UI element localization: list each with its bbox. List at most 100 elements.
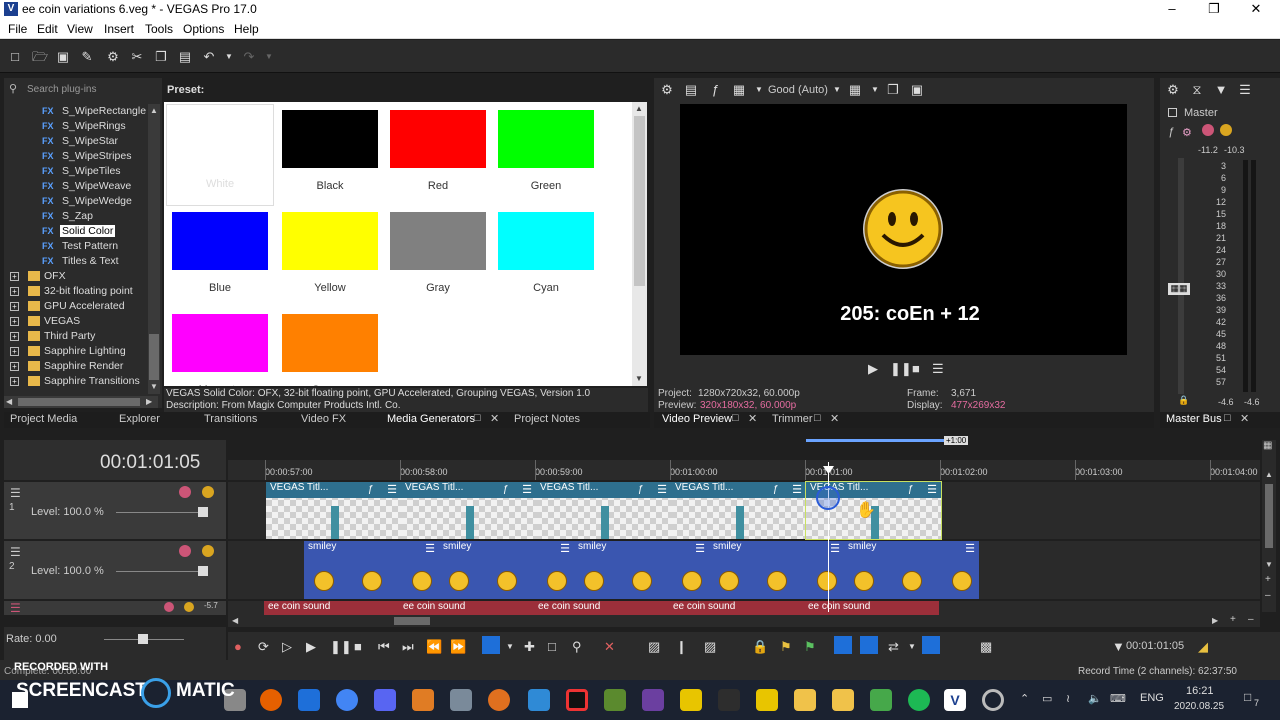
preview-quality-select[interactable]: Good (Auto) bbox=[768, 84, 828, 96]
smiley-event[interactable]: smiley ☰ bbox=[709, 541, 844, 599]
app-icon[interactable] bbox=[718, 689, 740, 711]
mail-icon[interactable] bbox=[298, 689, 320, 711]
restore-icon[interactable]: ❐ bbox=[1194, 0, 1234, 19]
tab-video-fx[interactable]: Video FX bbox=[301, 413, 346, 425]
video-fx-icon[interactable]: ƒ bbox=[708, 83, 722, 97]
overlays-grid-icon[interactable]: ▦ bbox=[848, 83, 862, 97]
master-fader-handle[interactable]: ▦▦ bbox=[1168, 283, 1190, 295]
selection-tool-icon[interactable]: □ bbox=[548, 639, 556, 654]
search-input[interactable]: Search plug-ins bbox=[27, 84, 96, 95]
sound-event[interactable]: ee coin sound bbox=[534, 601, 669, 615]
event-menu-icon[interactable]: ☰ bbox=[387, 483, 397, 496]
app-icon[interactable] bbox=[604, 689, 626, 711]
redo-dropdown-icon[interactable]: ▼ bbox=[262, 50, 276, 64]
menu-options[interactable]: Options bbox=[183, 22, 224, 36]
preset-swatch-blue[interactable] bbox=[172, 212, 268, 270]
tab-transitions[interactable]: Transitions bbox=[204, 413, 257, 425]
scroll-up-icon[interactable]: ▲ bbox=[150, 106, 158, 115]
tab-close-icon[interactable]: ✕ bbox=[830, 412, 839, 425]
expand-icon[interactable]: + bbox=[10, 287, 19, 296]
tab-media-generators[interactable]: Media Generators bbox=[387, 413, 475, 425]
tab-project-media[interactable]: Project Media bbox=[10, 413, 77, 425]
playhead[interactable] bbox=[828, 462, 829, 612]
redo-icon[interactable]: ↷ bbox=[242, 50, 256, 64]
event-menu-icon[interactable]: ☰ bbox=[965, 542, 975, 555]
close-icon[interactable]: ✕ bbox=[1236, 0, 1276, 19]
level-slider-handle[interactable] bbox=[198, 507, 208, 517]
preset-swatch-black[interactable] bbox=[282, 110, 378, 168]
tree-folder[interactable]: + Sapphire Render bbox=[4, 359, 148, 374]
hscroll-thumb[interactable] bbox=[18, 398, 140, 406]
lock-envelopes-icon[interactable] bbox=[922, 636, 940, 654]
trim-end-icon[interactable]: ▨ bbox=[704, 639, 716, 655]
tree-item[interactable]: FX S_WipeStripes bbox=[4, 149, 148, 164]
new-project-icon[interactable]: □ bbox=[8, 50, 22, 64]
preview-properties-icon[interactable]: ⚙ bbox=[660, 83, 674, 97]
scroll-down-icon[interactable]: ▼ bbox=[1265, 560, 1273, 569]
go-to-end-icon[interactable]: ⏭ bbox=[402, 639, 414, 655]
marker-icon[interactable]: ⚑ bbox=[780, 639, 792, 655]
tree-item[interactable]: FX S_WipeRectangle bbox=[4, 104, 148, 119]
tree-folder[interactable]: + Sapphire Transitions bbox=[4, 374, 148, 389]
app-icon[interactable] bbox=[412, 689, 434, 711]
tree-item[interactable]: FX S_WipeTiles bbox=[4, 164, 148, 179]
undo-dropdown-icon[interactable]: ▼ bbox=[222, 50, 236, 64]
sound-event[interactable]: ee coin sound bbox=[804, 601, 939, 615]
undo-icon[interactable]: ↶ bbox=[202, 50, 216, 64]
track-solo-icon[interactable] bbox=[184, 602, 194, 612]
master-fx-icon[interactable]: ƒ bbox=[1168, 126, 1174, 138]
notification-icon[interactable]: □ bbox=[1244, 690, 1251, 704]
app-icon[interactable] bbox=[488, 689, 510, 711]
preview-pause-icon[interactable]: ❚❚ bbox=[890, 361, 912, 377]
track-menu-icon[interactable]: ☰ bbox=[10, 486, 21, 500]
edit-tool-dropdown-icon[interactable]: ▼ bbox=[506, 642, 514, 651]
zoom-out-icon[interactable]: – bbox=[1248, 614, 1254, 625]
ripple-dropdown-icon[interactable]: ▼ bbox=[908, 642, 916, 651]
title-event[interactable]: VEGAS Titl... ƒ ☰ bbox=[536, 482, 671, 539]
menu-view[interactable]: View bbox=[67, 22, 93, 36]
plugin-tree-scrollbar[interactable]: ▲ ▼ bbox=[148, 104, 160, 394]
prev-frame-icon[interactable]: ⏪ bbox=[426, 639, 442, 655]
trim-start-icon[interactable]: ▨ bbox=[648, 639, 660, 655]
tab-close-icon[interactable]: ✕ bbox=[490, 412, 499, 425]
preset-swatch-yellow[interactable] bbox=[282, 212, 378, 270]
ripple-icon[interactable]: ⇄ bbox=[888, 639, 899, 655]
level-slider[interactable] bbox=[116, 571, 206, 572]
play-icon[interactable]: ▶ bbox=[306, 639, 316, 655]
event-menu-icon[interactable]: ☰ bbox=[560, 542, 570, 555]
group-icon[interactable]: ▩ bbox=[980, 639, 992, 655]
split-screen-icon[interactable]: ▦ bbox=[732, 83, 746, 97]
zoom-in-icon[interactable]: + bbox=[1230, 614, 1236, 625]
track-header-3[interactable]: ☰ -5.7 bbox=[4, 601, 226, 615]
track-mute-icon[interactable] bbox=[179, 545, 191, 557]
time-ruler[interactable]: 00:00:57:00 00:00:58:00 00:00:59:00 00:01:0… bbox=[228, 460, 1260, 480]
hscroll-thumb[interactable] bbox=[394, 617, 430, 625]
firefox-icon[interactable] bbox=[260, 689, 282, 711]
keyboard-icon[interactable]: ⌨ bbox=[1110, 692, 1126, 705]
tab-video-preview[interactable]: Video Preview bbox=[662, 413, 732, 425]
master-fx-chain-icon[interactable]: ⚙ bbox=[1182, 126, 1192, 139]
snapping-icon[interactable] bbox=[834, 636, 852, 654]
scroll-down-icon[interactable]: ▼ bbox=[150, 382, 158, 391]
expand-icon[interactable]: + bbox=[10, 302, 19, 311]
tree-item[interactable]: FX Titles & Text bbox=[4, 254, 148, 269]
event-fx-icon[interactable]: ƒ bbox=[367, 484, 373, 495]
region-icon[interactable]: ⚑ bbox=[804, 639, 816, 655]
tree-item[interactable]: FX S_WipeWedge bbox=[4, 194, 148, 209]
tree-folder[interactable]: + GPU Accelerated bbox=[4, 299, 148, 314]
smiley-event[interactable]: smiley ☰ bbox=[304, 541, 439, 599]
event-fx-icon[interactable]: ƒ bbox=[907, 484, 913, 495]
event-menu-icon[interactable]: ☰ bbox=[792, 483, 802, 496]
visual-studio-icon[interactable] bbox=[642, 689, 664, 711]
scroll-left-icon[interactable]: ◀ bbox=[232, 616, 238, 625]
master-solo-icon[interactable] bbox=[1220, 124, 1232, 136]
tab-close-icon[interactable]: ✕ bbox=[1240, 412, 1249, 425]
preset-swatch-cyan[interactable] bbox=[498, 212, 594, 270]
preset-swatch-orange[interactable] bbox=[282, 314, 378, 372]
app-icon[interactable] bbox=[528, 689, 550, 711]
tab-float-icon[interactable]: □ bbox=[474, 412, 481, 424]
smiley-event[interactable]: smiley ☰ bbox=[574, 541, 709, 599]
event-menu-icon[interactable]: ☰ bbox=[657, 483, 667, 496]
tab-float-icon[interactable]: □ bbox=[1224, 412, 1231, 424]
mixer-settings-icon[interactable]: ☰ bbox=[1238, 83, 1252, 97]
